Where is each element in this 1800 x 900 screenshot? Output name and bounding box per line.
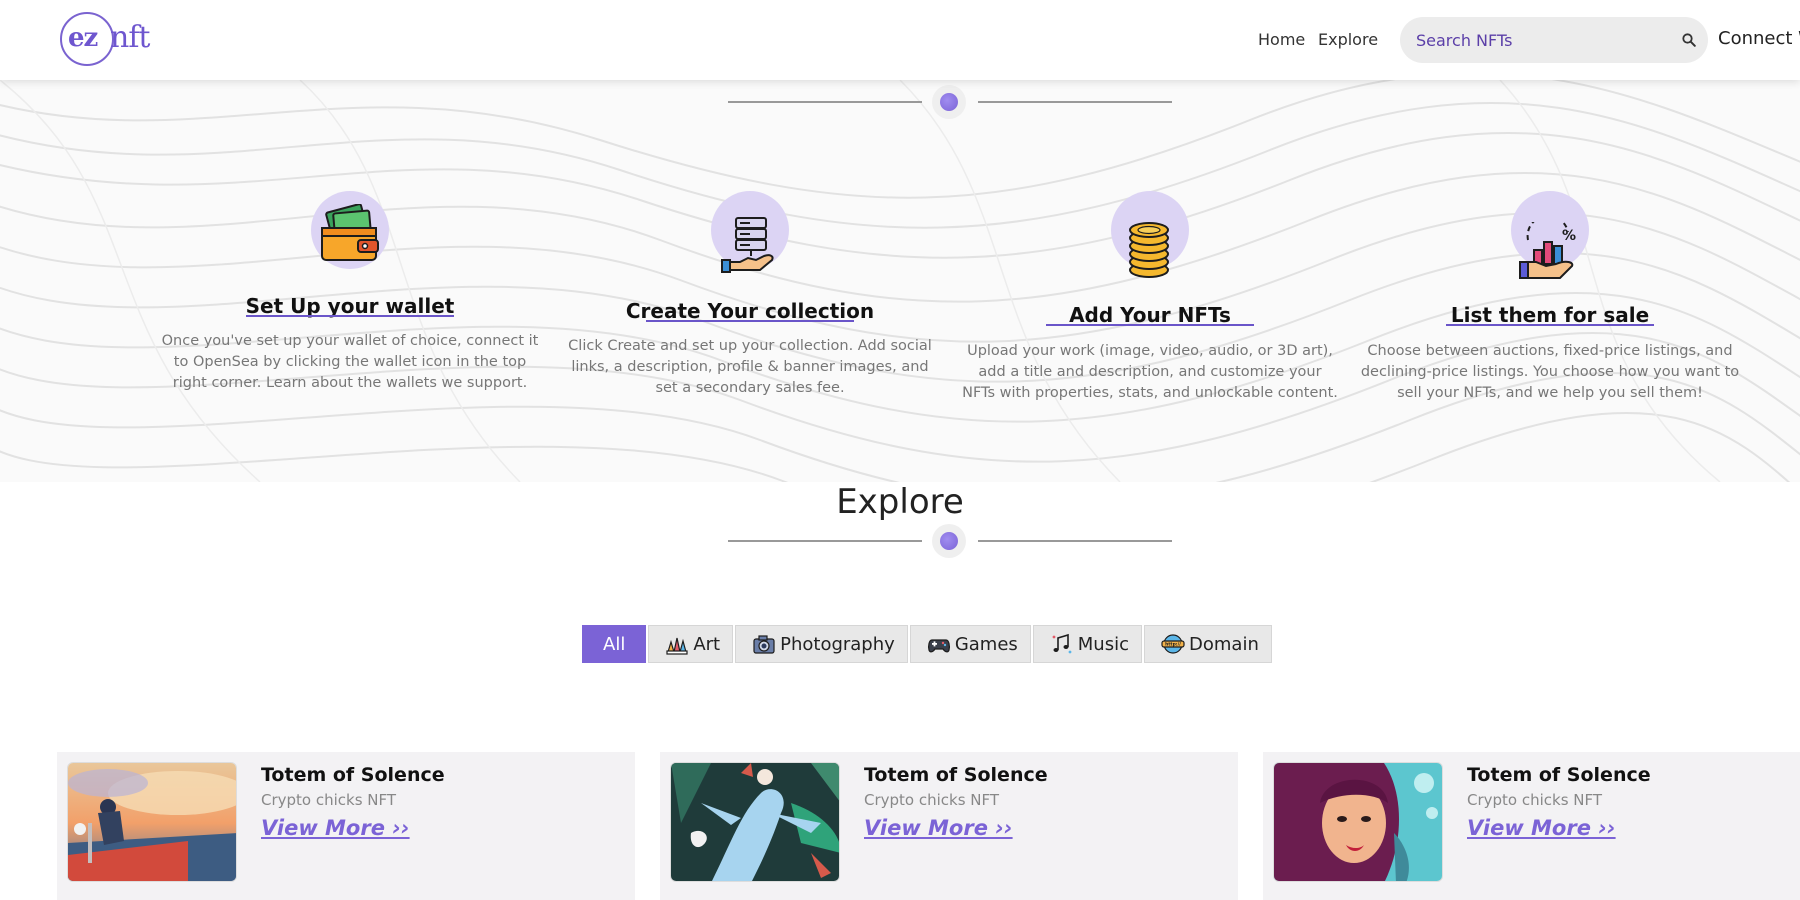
nft-collection: Crypto chicks NFT bbox=[261, 791, 397, 809]
nft-image bbox=[1273, 762, 1443, 882]
tab-all[interactable]: All bbox=[582, 625, 647, 663]
view-more-link[interactable]: View More ›› bbox=[261, 816, 410, 840]
connect-wallet-button[interactable]: Connect W bbox=[1718, 28, 1800, 49]
gamepad-icon bbox=[927, 639, 950, 653]
category-tabs: All Art Photography Games Music http:// … bbox=[582, 625, 1272, 663]
tab-domain[interactable]: http:// Domain bbox=[1144, 625, 1272, 663]
tab-art[interactable]: Art bbox=[648, 625, 734, 663]
nft-card[interactable]: Totem of Solence Crypto chicks NFT View … bbox=[660, 752, 1238, 900]
tab-label: All bbox=[603, 633, 626, 655]
step-title-underline bbox=[1446, 324, 1654, 326]
explore-divider-right bbox=[978, 540, 1172, 542]
section-divider-left bbox=[728, 101, 922, 103]
step-title-underline bbox=[646, 320, 854, 322]
domain-icon: http:// bbox=[1161, 634, 1185, 654]
art-icon bbox=[666, 637, 688, 655]
tab-label: Art bbox=[693, 633, 721, 655]
nft-image bbox=[670, 762, 840, 882]
coins-icon bbox=[1129, 222, 1169, 278]
nft-card[interactable]: Totem of Solence Crypto chicks NFT View … bbox=[57, 752, 635, 900]
top-navbar: ez nft Home Explore Connect W bbox=[0, 0, 1800, 80]
logo-text-ez: ez bbox=[68, 23, 98, 53]
explore-divider-left bbox=[728, 540, 922, 542]
how-it-works-section: Set Up your wallet Once you've set up yo… bbox=[0, 80, 1800, 482]
search-icon[interactable] bbox=[1682, 33, 1696, 47]
nft-collection: Crypto chicks NFT bbox=[864, 791, 1000, 809]
nft-card[interactable]: Totem of Solence Crypto chicks NFT View … bbox=[1263, 752, 1800, 900]
search-input[interactable] bbox=[1416, 28, 1666, 52]
svg-text:%: % bbox=[1562, 228, 1576, 244]
tab-label: Music bbox=[1077, 633, 1129, 655]
nft-title: Totem of Solence bbox=[261, 764, 445, 786]
explore-divider-dot bbox=[932, 524, 966, 558]
section-divider-right bbox=[978, 101, 1172, 103]
step-description: Upload your work (image, video, audio, o… bbox=[962, 343, 1338, 401]
nav-explore-link[interactable]: Explore bbox=[1318, 30, 1378, 49]
tab-music[interactable]: Music bbox=[1032, 625, 1142, 663]
wallet-icon bbox=[321, 204, 379, 261]
view-more-link[interactable]: View More ›› bbox=[864, 816, 1013, 840]
tab-label: Photography bbox=[780, 633, 895, 655]
nft-image bbox=[67, 762, 237, 882]
step-description: Choose between auctions, fixed-price lis… bbox=[1360, 343, 1740, 401]
wave-pattern-background bbox=[0, 80, 1800, 482]
svg-text:http://: http:// bbox=[1165, 642, 1181, 648]
camera-icon bbox=[753, 635, 775, 654]
server-hand-icon bbox=[721, 217, 774, 273]
nft-title: Totem of Solence bbox=[864, 764, 1048, 786]
nav-home-link[interactable]: Home bbox=[1258, 30, 1305, 49]
explore-heading: Explore bbox=[836, 482, 964, 522]
eznft-logo[interactable]: ez nft bbox=[60, 12, 160, 68]
tab-label: Domain bbox=[1189, 633, 1259, 655]
tab-photography[interactable]: Photography bbox=[735, 625, 908, 663]
search-bar bbox=[1400, 17, 1708, 63]
nft-title: Totem of Solence bbox=[1467, 764, 1651, 786]
logo-text-nft: nft bbox=[110, 20, 150, 55]
step-title-underline bbox=[1046, 324, 1254, 326]
step-description: Click Create and set up your collection.… bbox=[568, 338, 932, 396]
view-more-link[interactable]: View More ›› bbox=[1467, 816, 1616, 840]
music-icon bbox=[1052, 633, 1072, 654]
nft-collection: Crypto chicks NFT bbox=[1467, 791, 1603, 809]
tab-label: Games bbox=[954, 633, 1018, 655]
section-divider-dot bbox=[932, 85, 966, 119]
tab-games[interactable]: Games bbox=[909, 625, 1031, 663]
sale-chart-icon: % bbox=[1519, 222, 1576, 279]
step-description: Once you've set up your wallet of choice… bbox=[161, 333, 539, 391]
step-title-underline bbox=[246, 315, 454, 317]
